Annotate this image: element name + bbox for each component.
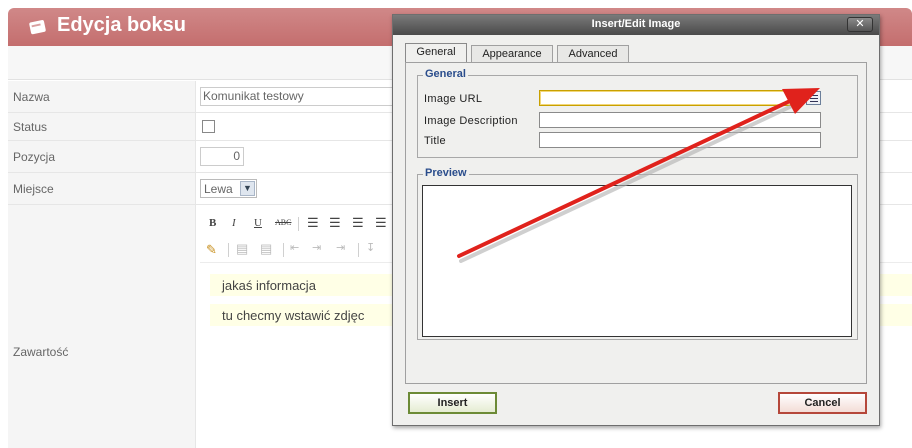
preview-area xyxy=(422,185,852,337)
tab-panel-general: General Image URL Image Description Titl… xyxy=(405,62,867,384)
bold-icon[interactable]: B xyxy=(209,217,216,229)
image-description-input[interactable] xyxy=(539,112,821,128)
list-icon[interactable]: ▤ xyxy=(260,241,272,257)
preview-legend: Preview xyxy=(423,167,469,179)
cancel-button[interactable]: Cancel xyxy=(778,392,867,414)
image-url-input[interactable] xyxy=(539,90,801,106)
browse-icon[interactable] xyxy=(806,91,821,105)
italic-icon[interactable]: I xyxy=(232,217,236,229)
title-label: Title xyxy=(424,135,446,147)
tab-advanced[interactable]: Advanced xyxy=(557,45,629,63)
general-fieldset: General Image URL Image Description Titl… xyxy=(417,68,858,158)
dialog-titlebar[interactable]: Insert/Edit Image ✕ xyxy=(393,15,879,35)
close-icon[interactable]: ✕ xyxy=(847,17,873,32)
dialog-title: Insert/Edit Image xyxy=(591,18,681,30)
outdent-icon[interactable]: ⇤ xyxy=(290,241,299,254)
editor-toolbar: B I U ABC ☰ ☰ ☰ ☰ ✎ ▤ ▤ ⇤ ⇥ ⇥ ↧ xyxy=(200,212,400,262)
align-center-icon[interactable]: ☰ xyxy=(329,215,341,231)
align-justify-icon[interactable]: ☰ xyxy=(375,215,387,231)
pozycja-label: Pozycja xyxy=(13,150,56,164)
nazwa-input[interactable]: Komunikat testowy xyxy=(200,87,400,106)
box-icon xyxy=(29,20,46,35)
title-input[interactable] xyxy=(539,132,821,148)
subscript-icon[interactable]: ↧ xyxy=(366,241,375,254)
image-url-label: Image URL xyxy=(424,93,483,105)
align-left-icon[interactable]: ☰ xyxy=(307,215,319,231)
pozycja-input[interactable]: 0 xyxy=(200,147,244,166)
tab-appearance[interactable]: Appearance xyxy=(471,45,553,63)
status-label: Status xyxy=(13,120,48,134)
preview-fieldset: Preview xyxy=(417,167,858,340)
chevron-down-icon: ▼ xyxy=(240,181,255,196)
nazwa-label: Nazwa xyxy=(13,90,50,104)
zawartosc-label: Zawartość xyxy=(13,345,69,359)
list-icon[interactable]: ▤ xyxy=(236,241,248,257)
tab-general[interactable]: General xyxy=(405,43,467,63)
miejsce-value: Lewa xyxy=(204,182,233,196)
miejsce-label: Miejsce xyxy=(13,182,54,196)
indent-icon[interactable]: ⇥ xyxy=(336,241,345,254)
page: Edycja boksu Nazwa Status Pozycja Miejsc… xyxy=(0,0,912,448)
general-legend: General xyxy=(423,68,468,80)
miejsce-select[interactable]: Lewa ▼ xyxy=(200,179,257,198)
indent-icon[interactable]: ⇥ xyxy=(312,241,321,254)
insert-image-dialog: Insert/Edit Image ✕ General Appearance A… xyxy=(392,14,880,426)
strikethrough-icon[interactable]: ABC xyxy=(275,218,291,227)
edit-icon[interactable]: ✎ xyxy=(206,242,217,258)
underline-icon[interactable]: U xyxy=(254,217,262,229)
status-checkbox[interactable] xyxy=(202,120,215,133)
align-right-icon[interactable]: ☰ xyxy=(352,215,364,231)
page-title: Edycja boksu xyxy=(57,14,186,36)
image-description-label: Image Description xyxy=(424,115,518,127)
insert-button[interactable]: Insert xyxy=(408,392,497,414)
